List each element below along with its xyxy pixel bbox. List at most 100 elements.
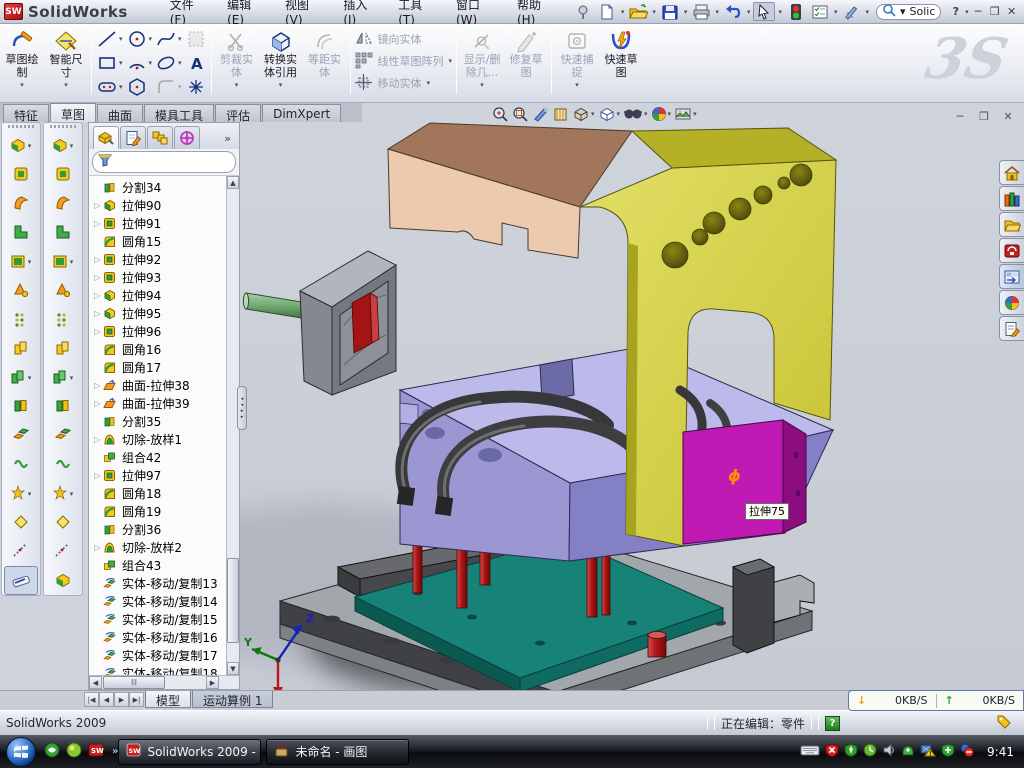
keyboard-icon[interactable] (800, 744, 820, 759)
mold-tool-icon-5[interactable]: ▾ (44, 247, 82, 276)
chevron-down-icon[interactable]: ▾ (865, 8, 869, 16)
tree-item[interactable]: 圆角19 (89, 502, 239, 520)
tree-item[interactable]: ▷ 拉伸92 (89, 250, 239, 268)
chevron-down-icon[interactable]: ▾ (621, 8, 625, 16)
volume-icon[interactable] (882, 743, 896, 760)
tree-item[interactable]: 圆角15 (89, 232, 239, 250)
dimxpert-manager-tab[interactable] (174, 126, 200, 149)
rotate-view-icon[interactable] (532, 106, 550, 122)
chevron-down-icon[interactable]: ▾ (480, 81, 484, 89)
scene-icon[interactable]: ▾ (674, 106, 698, 122)
security-shield-icon[interactable] (844, 743, 858, 760)
first-tab-button[interactable]: |◀ (84, 692, 99, 707)
doc-minimize-button[interactable]: ─ (952, 108, 968, 124)
panel-overflow-button[interactable]: » (216, 132, 239, 149)
mold-tool-icon-6[interactable] (44, 276, 82, 305)
messenger-icon[interactable] (901, 743, 915, 760)
tree-item[interactable]: 圆角16 (89, 340, 239, 358)
tab-评估[interactable]: 评估 (215, 104, 261, 122)
tree-item[interactable]: ▷ 切除-放样1 (89, 430, 239, 448)
close-button[interactable]: ✕ (1003, 4, 1020, 20)
appearances-icon[interactable]: ▾ (651, 106, 673, 122)
zoom-fit-icon[interactable] (492, 106, 510, 122)
mold-tool-icon-9[interactable]: ▾ (44, 363, 82, 392)
solidworks-resources-tab[interactable] (999, 160, 1024, 185)
model-tab-模型[interactable]: 模型 (145, 691, 191, 708)
chevron-down-icon[interactable]: ▾ (64, 81, 68, 89)
mold-tool-icon-7[interactable] (2, 305, 40, 334)
quick-launch-icon-3[interactable]: SW (88, 742, 104, 761)
expand-arrow-icon[interactable]: ▷ (92, 399, 103, 408)
tree-filter-input[interactable] (92, 151, 236, 173)
view-palette-tab[interactable] (999, 264, 1024, 289)
chevron-down-icon[interactable]: ▾ (715, 8, 719, 16)
chevron-down-icon[interactable]: ▾ (149, 59, 153, 67)
line-tool[interactable]: ▾ (95, 27, 125, 51)
tree-item[interactable]: 分割36 (89, 520, 239, 538)
pin-icon[interactable] (572, 2, 594, 21)
point-tool[interactable] (184, 75, 208, 99)
quick-snaps-button[interactable]: 快速捕捉▾ (555, 24, 599, 100)
mirror-entities-button[interactable]: 镜向实体 (354, 28, 454, 50)
smart-dimension-button[interactable]: 智能尺寸▾ (44, 24, 88, 100)
quick-tips-icon[interactable]: ? (825, 716, 840, 731)
quick-launch-icon-2[interactable] (66, 742, 82, 761)
tree-item[interactable]: ▷ 曲面-拉伸38 (89, 376, 239, 394)
model-tab-运动算例 1[interactable]: 运动算例 1 (192, 691, 273, 708)
tree-item[interactable]: ▷ 拉伸96 (89, 322, 239, 340)
chevron-down-icon[interactable]: ▾ (119, 59, 123, 67)
chevron-down-icon[interactable]: ▾ (178, 35, 182, 43)
tree-item[interactable]: 分割35 (89, 412, 239, 430)
mold-tool-icon-3[interactable] (2, 189, 40, 218)
tab-曲面[interactable]: 曲面 (97, 104, 143, 122)
expand-arrow-icon[interactable]: ▷ (92, 471, 103, 480)
expand-arrow-icon[interactable]: ▷ (92, 435, 103, 444)
tree-item[interactable]: 组合42 (89, 448, 239, 466)
tree-item[interactable]: 实体-移动/复制16 (89, 628, 239, 646)
tree-item[interactable]: 圆角18 (89, 484, 239, 502)
expand-arrow-icon[interactable]: ▷ (92, 273, 103, 282)
chevron-down-icon[interactable]: ▾ (235, 81, 239, 89)
hide-show-icon[interactable]: ▾ (623, 107, 649, 121)
tab-模具工具[interactable]: 模具工具 (144, 104, 214, 122)
chevron-down-icon[interactable]: ▾ (693, 110, 697, 118)
chevron-down-icon[interactable]: ▾ (834, 8, 838, 16)
taskbar-button-solidworks[interactable]: SW SolidWorks 2009 - ... (118, 739, 261, 765)
move-entities-button[interactable]: 移动实体▾ (354, 72, 454, 94)
pen-icon[interactable] (840, 2, 862, 21)
mold-tool-icon-8[interactable] (44, 334, 82, 363)
polygon-tool[interactable] (125, 75, 155, 99)
doc-restore-button[interactable]: ❐ (976, 108, 992, 124)
mold-tool-icon-3[interactable] (44, 189, 82, 218)
chevron-down-icon[interactable]: ▾ (279, 81, 283, 89)
scroll-up-button[interactable]: ▲ (227, 176, 239, 189)
custom-properties-tab[interactable] (999, 316, 1024, 341)
mold-tool-icon-12[interactable] (2, 450, 40, 479)
measure-tool-icon[interactable] (4, 566, 38, 595)
tree-item[interactable]: ▷ 拉伸94 (89, 286, 239, 304)
chevron-down-icon[interactable]: ▾ (427, 79, 431, 87)
update-badge-icon[interactable] (863, 743, 877, 760)
tab-特征[interactable]: 特征 (3, 104, 49, 122)
spline-tool[interactable]: ▾ (154, 27, 184, 51)
tree-item[interactable]: 实体-移动/复制15 (89, 610, 239, 628)
chevron-down-icon[interactable]: ▾ (965, 8, 969, 16)
ellipse-tool[interactable]: ▾ (154, 51, 184, 75)
expand-arrow-icon[interactable]: ▷ (92, 309, 103, 318)
tree-item[interactable]: ▷ 拉伸91 (89, 214, 239, 232)
next-tab-button[interactable]: ▶ (114, 692, 129, 707)
expand-arrow-icon[interactable]: ▷ (92, 543, 103, 552)
sync-blocked-icon[interactable] (960, 743, 974, 760)
chevron-down-icon[interactable]: ▾ (591, 110, 595, 118)
rebuild-icon[interactable] (785, 2, 807, 21)
tree-item[interactable]: 实体-移动/复制13 (89, 574, 239, 592)
slot-tool[interactable]: ▾ (95, 75, 125, 99)
doc-close-button[interactable]: ✕ (1000, 108, 1016, 124)
chevron-down-icon[interactable]: ▾ (747, 8, 751, 16)
chevron-down-icon[interactable]: ▾ (644, 110, 648, 118)
feature-manager-tab[interactable] (93, 126, 119, 149)
mold-tool-icon-15[interactable] (2, 537, 40, 566)
expand-arrow-icon[interactable]: ▷ (92, 255, 103, 264)
search-input[interactable]: ▾ Solic (876, 4, 941, 20)
rectangle-tool[interactable]: ▾ (95, 51, 125, 75)
